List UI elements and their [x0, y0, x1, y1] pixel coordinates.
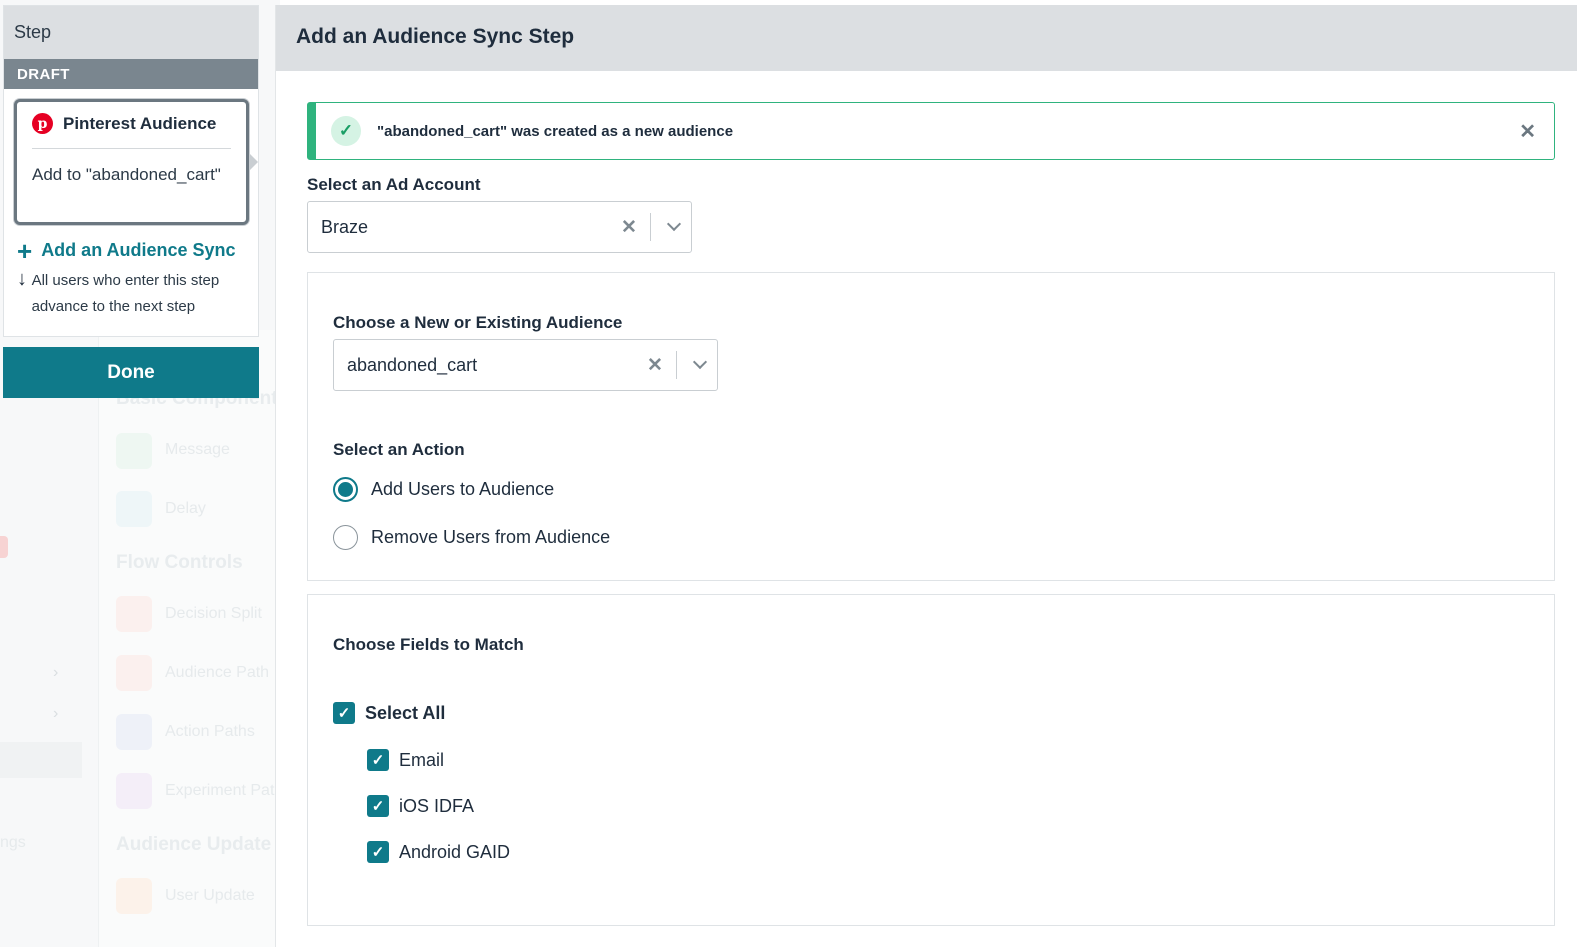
divider	[650, 213, 651, 241]
ghost-item-delay: Delay	[165, 500, 206, 517]
chevron-down-icon[interactable]	[657, 216, 691, 232]
fields-label: Choose Fields to Match	[333, 635, 524, 654]
radio-add-users-label: Add Users to Audience	[371, 479, 555, 499]
decision-split-icon	[116, 596, 152, 632]
advance-note: ↓ All users who enter this step advance …	[17, 268, 257, 320]
android-gaid-checkbox[interactable]: ✓ Android GAID	[367, 841, 510, 863]
pinterest-step-card[interactable]: p Pinterest Audience Add to "abandoned_c…	[14, 99, 249, 225]
checkmark-icon[interactable]: ✓	[367, 749, 389, 771]
ghost-item-user-update: User Update	[165, 887, 255, 904]
clear-icon[interactable]: ✕	[614, 216, 644, 239]
action-paths-icon	[116, 714, 152, 750]
radio-button[interactable]	[333, 525, 358, 550]
arrow-down-icon: ↓	[17, 268, 27, 290]
ad-account-select[interactable]: Braze ✕	[307, 201, 692, 253]
radio-remove-users-label: Remove Users from Audience	[371, 527, 611, 547]
radio-add-users[interactable]: Add Users to Audience	[333, 477, 554, 502]
step-panel-title: Step	[4, 6, 258, 59]
audience-value: abandoned_cart	[347, 354, 478, 375]
ios-idfa-label: iOS IDFA	[399, 795, 475, 816]
audience-select[interactable]: abandoned_cart ✕	[333, 339, 718, 391]
advance-note-text: All users who enter this step advance to…	[31, 272, 220, 315]
ghost-item-action-paths: Action Paths	[165, 723, 255, 740]
message-icon	[116, 433, 152, 469]
draft-status-bar: DRAFT	[4, 59, 258, 89]
action-label: Select an Action	[333, 440, 465, 459]
email-checkbox[interactable]: ✓ Email	[367, 749, 444, 771]
checkmark-icon[interactable]: ✓	[367, 841, 389, 863]
ghost-badge	[0, 536, 8, 558]
step-card-title: p Pinterest Audience	[17, 102, 246, 134]
add-audience-sync-label: Add an Audience Sync	[41, 240, 236, 260]
step-card-description: Add to "abandoned_cart"	[32, 165, 221, 184]
ios-idfa-checkbox[interactable]: ✓ iOS IDFA	[367, 795, 474, 817]
ghost-item-decision-split: Decision Split	[165, 605, 262, 622]
ad-account-value: Braze	[321, 216, 369, 237]
add-audience-sync-link[interactable]: + Add an Audience Sync	[17, 235, 236, 266]
clear-icon[interactable]: ✕	[640, 354, 670, 377]
audience-label: Choose a New or Existing Audience	[333, 313, 623, 332]
ad-account-label: Select an Ad Account	[307, 175, 481, 194]
android-gaid-label: Android GAID	[399, 841, 511, 862]
user-update-icon	[116, 878, 152, 914]
radio-remove-users[interactable]: Remove Users from Audience	[333, 525, 610, 550]
close-icon[interactable]: ✕	[1519, 119, 1536, 144]
email-label: Email	[399, 749, 445, 770]
experiment-path-icon	[116, 773, 152, 809]
step-panel: Step DRAFT p Pinterest Audience Add to "…	[3, 5, 259, 337]
card-pointer	[250, 154, 258, 170]
alert-message: "abandoned_cart" was created as a new au…	[377, 122, 734, 140]
checkmark-icon[interactable]: ✓	[367, 795, 389, 817]
pinterest-icon: p	[32, 113, 53, 134]
chevron-down-icon[interactable]	[683, 354, 717, 370]
audience-sync-modal: Add an Audience Sync Step ✓ "abandoned_c…	[275, 5, 1577, 947]
chevron-right-icon: ›	[53, 705, 59, 722]
ghost-item-experiment-path: Experiment Pat	[165, 782, 275, 799]
plus-icon: +	[17, 235, 33, 266]
audience-path-icon	[116, 655, 152, 691]
checkmark-icon[interactable]: ✓	[333, 702, 355, 724]
success-alert: ✓ "abandoned_cart" was created as a new …	[307, 102, 1555, 160]
divider	[676, 351, 677, 379]
delay-icon	[116, 491, 152, 527]
chevron-right-icon: ›	[53, 664, 59, 681]
done-button[interactable]: Done	[3, 347, 259, 398]
ghost-heading-audience-update: Audience Update	[116, 834, 272, 855]
check-circle-icon: ✓	[331, 116, 361, 146]
ghost-heading-flow: Flow Controls	[116, 552, 243, 573]
ghost-item-audience-path: Audience Path	[165, 664, 270, 681]
step-card-name: Pinterest Audience	[63, 113, 217, 133]
select-all-label: Select All	[365, 702, 446, 723]
modal-title: Add an Audience Sync Step	[276, 5, 1577, 71]
ghost-item-message: Message	[165, 441, 230, 458]
radio-button-selected[interactable]	[333, 477, 358, 502]
ghost-settings-label: ngs	[0, 834, 26, 851]
select-all-checkbox[interactable]: ✓ Select All	[333, 702, 445, 724]
ghost-selected-row	[0, 742, 82, 778]
